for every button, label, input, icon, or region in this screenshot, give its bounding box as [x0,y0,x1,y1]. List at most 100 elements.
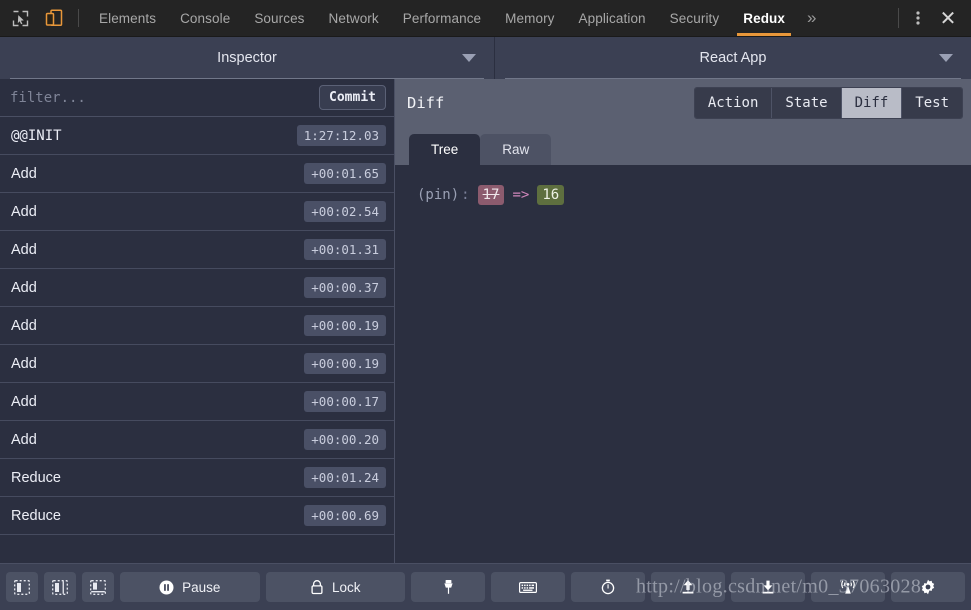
stopwatch-icon [601,579,615,595]
tab-application[interactable]: Application [567,0,658,36]
dock-right-button[interactable] [44,572,76,602]
action-label: Add [11,279,37,296]
lock-icon [310,579,324,595]
action-row[interactable]: Add +00:01.31 [0,231,394,269]
subtab-raw[interactable]: Raw [480,134,552,165]
action-timestamp: +00:00.19 [304,353,386,374]
tab-elements-label: Elements [99,10,157,26]
diff-old-value: 17 [477,185,505,205]
action-row[interactable]: Add +00:00.17 [0,383,394,421]
keyboard-button[interactable] [491,572,565,602]
timer-button[interactable] [571,572,645,602]
tab-diff[interactable]: Diff [841,88,903,118]
devtools-menu-button[interactable] [905,10,931,26]
instance-dropdown-caret-icon[interactable] [939,54,953,62]
upload-button[interactable] [651,572,725,602]
action-row[interactable]: Add +00:01.65 [0,155,394,193]
action-timestamp: +00:01.24 [304,467,386,488]
action-label: Add [11,203,37,220]
dock-bottom-icon [90,579,106,595]
diff-key: (pin) [417,187,460,203]
close-icon: ✕ [939,7,957,30]
settings-button[interactable] [891,572,965,602]
action-timestamp: 1:27:12.03 [296,125,386,146]
action-label: Add [11,431,37,448]
action-row[interactable]: Add +00:02.54 [0,193,394,231]
detail-view-tabs: Action State Diff Test [693,87,963,119]
action-label: @@INIT [11,127,62,144]
tab-memory[interactable]: Memory [493,0,566,36]
tab-network-label: Network [328,10,379,26]
pause-button-label: Pause [182,579,221,595]
toolbar-divider-right [898,8,899,28]
detail-pane: Diff Action State Diff Test Tree Raw (pi… [395,79,971,563]
devtools-toolbar-right: ✕ [892,0,971,36]
inspect-element-button[interactable] [6,5,34,31]
download-icon [761,579,775,595]
tab-console[interactable]: Console [168,0,242,36]
upload-icon [681,579,695,595]
close-devtools-button[interactable]: ✕ [931,6,971,31]
tab-performance[interactable]: Performance [391,0,493,36]
tab-state[interactable]: State [772,88,842,118]
inspector-panel-header[interactable]: Inspector [0,37,495,79]
tab-security[interactable]: Security [658,0,732,36]
download-button[interactable] [731,572,805,602]
inspector-dropdown-caret-icon[interactable] [462,54,476,62]
action-row[interactable]: Add +00:00.19 [0,307,394,345]
gear-icon [920,579,936,595]
bottom-toolbar: Pause Lock http://blog.csdn.net/m0_37063… [0,563,971,610]
filter-row: Commit [0,79,394,117]
pause-button[interactable]: Pause [120,572,260,602]
action-row[interactable]: @@INIT 1:27:12.03 [0,117,394,155]
action-label: Add [11,355,37,372]
diff-row: (pin): 17 => 16 [417,185,971,205]
action-label: Add [11,241,37,258]
tab-test[interactable]: Test [902,88,962,118]
kebab-menu-icon [916,10,920,26]
chevron-double-right-icon: » [807,8,817,27]
action-timestamp: +00:00.19 [304,315,386,336]
tab-application-label: Application [578,10,646,26]
action-row[interactable]: Reduce +00:00.69 [0,497,394,535]
commit-button[interactable]: Commit [319,85,386,110]
subtab-tree[interactable]: Tree [409,134,481,165]
action-label: Add [11,393,37,410]
instance-panel-header[interactable]: React App [495,37,971,79]
tab-security-label: Security [669,10,720,26]
broadcast-button[interactable] [811,572,885,602]
diff-new-value: 16 [537,185,565,205]
filter-input[interactable] [10,89,320,106]
dock-right-icon [52,579,68,595]
pin-button[interactable] [411,572,485,602]
keyboard-icon [519,581,537,594]
action-label: Reduce [11,507,61,524]
dock-bottom-button[interactable] [82,572,114,602]
action-list[interactable]: @@INIT 1:27:12.03 Add +00:01.65 Add +00:02.54… [0,117,394,563]
device-toolbar-button[interactable] [40,5,68,31]
action-row[interactable]: Add +00:00.19 [0,345,394,383]
tab-elements[interactable]: Elements [87,0,168,36]
action-row[interactable]: Add +00:00.37 [0,269,394,307]
action-row[interactable]: Reduce +00:01.24 [0,459,394,497]
diff-content: (pin): 17 => 16 [395,165,971,563]
tab-memory-label: Memory [505,10,555,26]
toolbar-divider [78,9,79,27]
action-row[interactable]: Add +00:00.20 [0,421,394,459]
tab-sources[interactable]: Sources [242,0,316,36]
detail-title: Diff [407,94,445,112]
tab-redux[interactable]: Redux [731,0,797,36]
inspector-title: Inspector [217,50,277,66]
lock-button[interactable]: Lock [265,572,405,602]
instance-underline [505,78,961,79]
action-timestamp: +00:01.65 [304,163,386,184]
action-timestamp: +00:02.54 [304,201,386,222]
diff-colon: : [461,187,470,203]
instance-title: React App [699,50,767,66]
tab-action[interactable]: Action [694,88,773,118]
dock-left-button[interactable] [6,572,38,602]
action-timestamp: +00:00.37 [304,277,386,298]
tab-console-label: Console [180,10,231,26]
tab-network[interactable]: Network [317,0,391,36]
more-tabs-button[interactable]: » [797,0,826,36]
